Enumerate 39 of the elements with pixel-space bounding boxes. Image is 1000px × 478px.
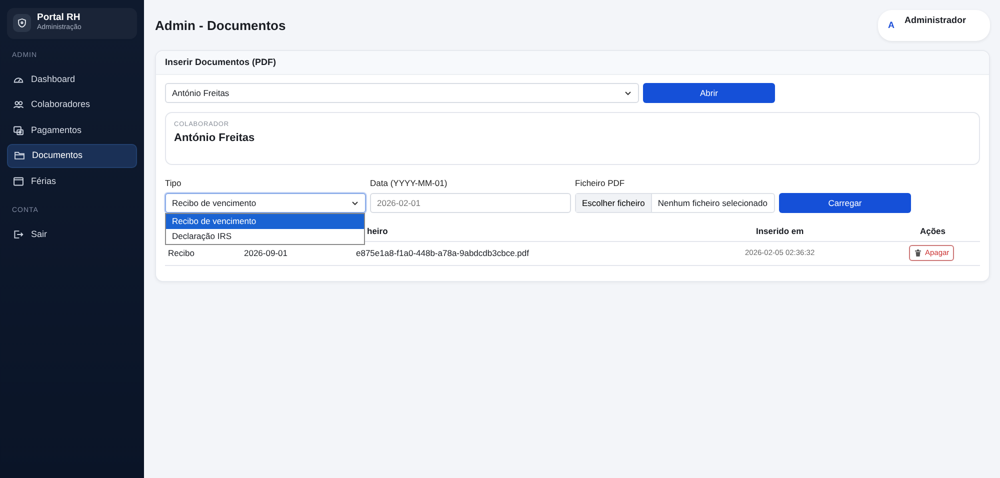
field-label: Data (YYYY-MM-01) [370, 177, 448, 190]
table-cell: e875e1a8-f1a0-448b-a78a-9abdcdb3cbce.pdf [353, 241, 742, 265]
date-field[interactable]: 2026-02-01 [370, 193, 571, 213]
employee-select[interactable]: António Freitas [165, 83, 639, 103]
open-button[interactable]: Abrir [643, 83, 775, 103]
choose-file-button[interactable]: Escolher ficheiro [576, 194, 652, 212]
nav-item[interactable]: Colaboradores [7, 92, 137, 117]
dropdown-option[interactable]: Recibo de vencimento [166, 214, 364, 229]
money-icon [13, 124, 24, 136]
table-cell: Recibo [165, 241, 241, 265]
nav-item[interactable]: Documentos [7, 144, 137, 168]
field-label: Tipo [165, 177, 182, 190]
table-cell: 2026-09-01 [241, 241, 353, 265]
nav-item[interactable]: Pagamentos [7, 118, 137, 142]
collaborator-name: António Freitas [174, 130, 256, 146]
page-title: Admin - Documentos [155, 17, 286, 35]
chevron-down-icon [624, 89, 632, 97]
column-header: Inserido em [742, 223, 906, 241]
nav-item[interactable]: Sair [7, 222, 137, 247]
calendar-icon [13, 176, 24, 187]
file-status: Nenhum ficheiro selecionado [656, 196, 768, 210]
chevron-down-icon [351, 199, 359, 207]
trash-icon [914, 248, 922, 257]
upload-button[interactable]: Carregar [779, 193, 911, 213]
file-picker[interactable]: Escolher ficheiro Nenhum ficheiro selecionado [575, 193, 775, 213]
card-title: Inserir Documentos (PDF) [156, 50, 989, 75]
type-select[interactable]: Recibo de vencimento [165, 193, 366, 213]
field-label: Ficheiro PDF [575, 177, 626, 190]
user-badge[interactable]: A Administrador [878, 10, 990, 40]
users-icon [13, 99, 24, 110]
nav-item[interactable]: Dashboard [7, 67, 137, 92]
nav-item[interactable]: Férias [7, 169, 137, 194]
brand-title: Portal RH [37, 13, 82, 24]
column-header: Ações [906, 223, 980, 241]
user-initial: A [888, 19, 894, 32]
logout-icon [13, 229, 24, 240]
shield-icon [17, 18, 27, 28]
user-name: Administrador [904, 14, 966, 27]
folder-icon [14, 150, 25, 162]
